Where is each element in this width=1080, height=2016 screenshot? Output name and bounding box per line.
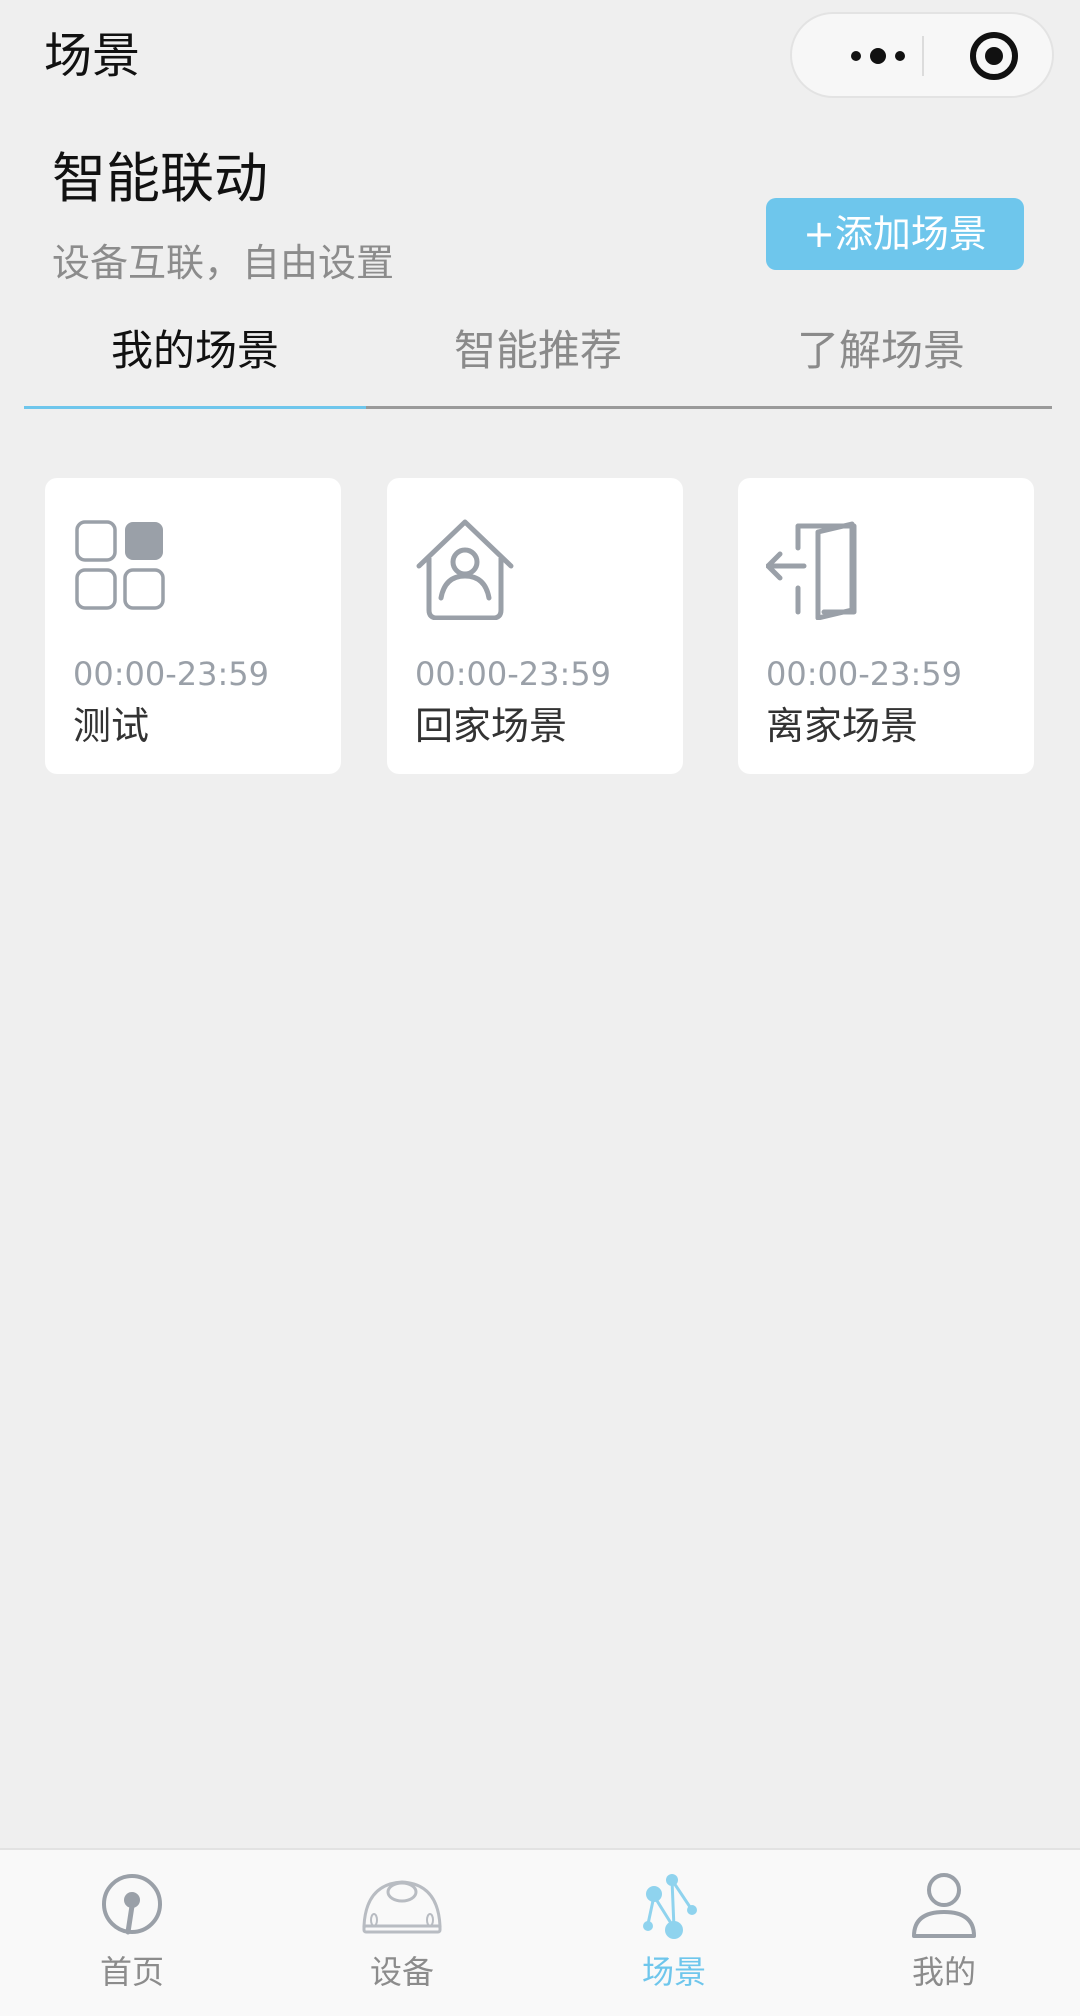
home-person-icon [415,518,517,621]
capsule-divider [922,36,924,76]
tabbar-item-scene[interactable]: 场景 [594,1870,754,2000]
grid-apps-icon [73,518,175,620]
tabbar-label: 设备 [369,1953,434,1991]
scene-name: 离家场景 [766,704,919,748]
add-scene-button[interactable]: +添加场景 [766,198,1024,270]
scene-name: 回家场景 [415,704,568,748]
scene-time: 00:00-23:59 [766,655,962,693]
scene-card-leave-home[interactable]: 00:00-23:59 离家场景 [738,478,1034,774]
more-dots-icon[interactable] [820,14,936,96]
door-exit-icon [765,518,868,621]
tabbar-item-device[interactable]: 设备 [322,1870,482,2000]
scene-card-home[interactable]: 00:00-23:59 回家场景 [387,478,683,774]
tab-smart-recommend[interactable]: 智能推荐 [366,318,710,406]
section-title: 智能联动 [52,147,268,210]
scene-card-test[interactable]: 00:00-23:59 测试 [45,478,341,774]
tabbar-item-mine[interactable]: 我的 [864,1870,1024,2000]
scene-name: 测试 [73,704,150,748]
target-icon[interactable] [968,30,1020,82]
bottom-tab-bar: 首页 设备 场景 我的 [0,1848,1080,2016]
tabbar-label: 场景 [641,1953,706,1991]
tab-my-scenes[interactable]: 我的场景 [24,318,366,406]
tabbar-label: 我的 [911,1953,976,1991]
mini-program-capsule [790,12,1054,98]
scene-tabs: 我的场景 智能推荐 了解场景 [24,318,1052,410]
home-icon [92,1870,172,1942]
tabbar-item-home[interactable]: 首页 [52,1870,212,2000]
section-subtitle: 设备互联，自由设置 [52,241,395,285]
device-dome-icon [362,1870,442,1942]
user-icon [904,1870,984,1942]
scene-time: 00:00-23:59 [73,655,269,693]
tab-learn-scenes[interactable]: 了解场景 [710,318,1052,406]
page-title: 场景 [44,28,141,84]
top-bar: 场景 [0,0,1080,112]
scene-network-icon [634,1870,714,1942]
tabbar-label: 首页 [99,1953,164,1991]
active-tab-indicator [24,406,366,409]
scene-time: 00:00-23:59 [415,655,611,693]
